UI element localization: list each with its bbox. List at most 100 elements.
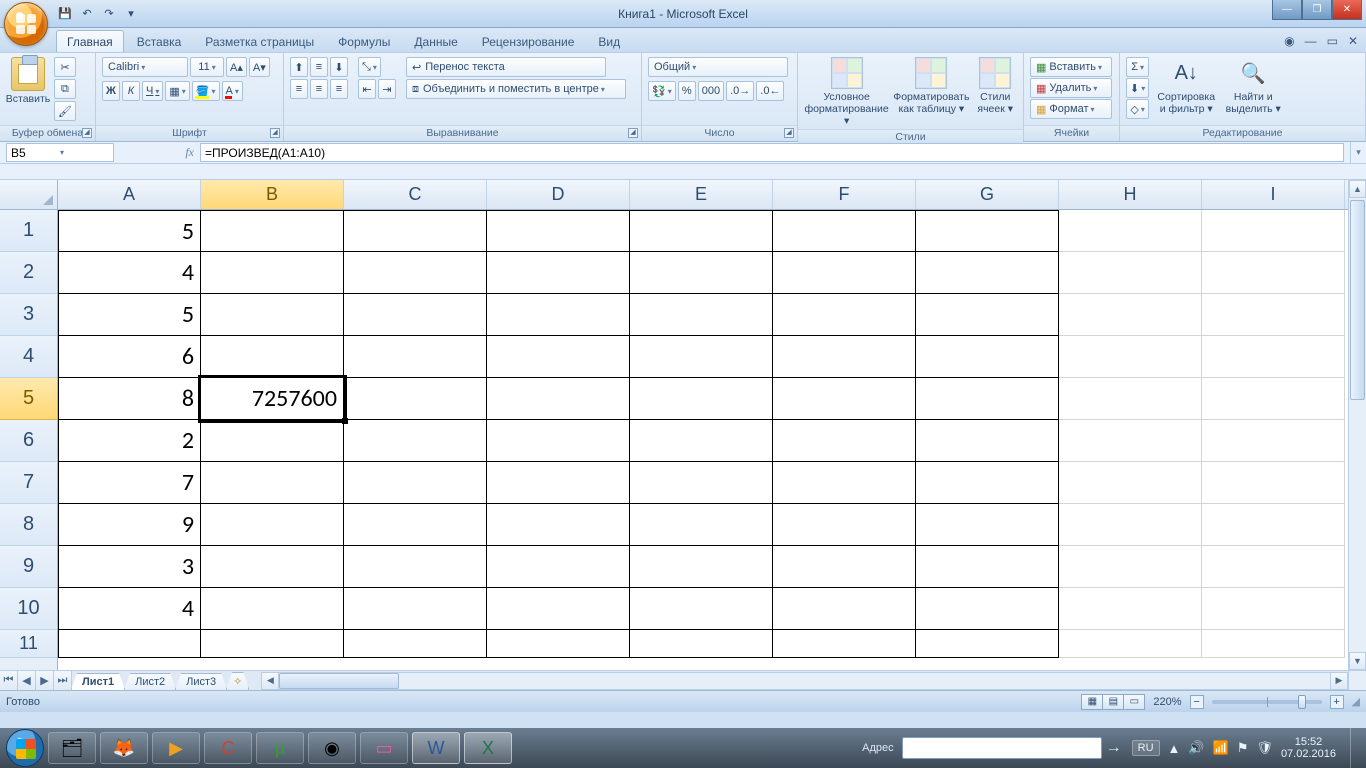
tab-review[interactable]: Рецензирование — [471, 30, 586, 52]
comma-format-icon[interactable]: 000 — [698, 81, 724, 101]
worksheet-grid[interactable]: 1 2 3 4 5 6 7 8 9 10 11 A B C D E F G H … — [0, 180, 1366, 670]
cell[interactable] — [916, 630, 1059, 658]
cell[interactable] — [1059, 378, 1202, 420]
zoom-out-button[interactable]: − — [1190, 695, 1204, 709]
cell[interactable] — [1202, 462, 1345, 504]
italic-button[interactable]: К — [122, 81, 140, 101]
cell[interactable] — [630, 588, 773, 630]
redo-icon[interactable]: ↷ — [100, 5, 118, 23]
column-header[interactable]: C — [344, 180, 487, 209]
cell[interactable] — [1059, 630, 1202, 658]
cell[interactable] — [201, 252, 344, 294]
increase-indent-icon[interactable]: ⇥ — [378, 79, 396, 99]
cell[interactable] — [773, 336, 916, 378]
sheet-tab[interactable]: Лист1 — [71, 673, 125, 690]
cell[interactable] — [1202, 252, 1345, 294]
merge-center-button[interactable]: ⧈Объединить и поместить в центре — [406, 79, 626, 99]
tray-volume-icon[interactable]: 🔊 — [1188, 740, 1204, 756]
fill-icon[interactable]: ⬇ — [1126, 78, 1149, 98]
cell[interactable] — [344, 378, 487, 420]
row-header[interactable]: 3 — [0, 294, 57, 336]
formula-input[interactable]: =ПРОИЗВЕД(A1:A10) — [200, 143, 1344, 162]
tray-shield-icon[interactable]: 🛡 — [1256, 740, 1273, 756]
sort-filter-button[interactable]: A↓ Сортировка и фильтр ▾ — [1153, 57, 1219, 115]
cell[interactable] — [916, 420, 1059, 462]
cell[interactable] — [344, 252, 487, 294]
cell[interactable] — [1202, 504, 1345, 546]
cell[interactable]: 4 — [58, 588, 201, 630]
cell[interactable] — [487, 588, 630, 630]
cell[interactable] — [487, 210, 630, 252]
cell[interactable] — [773, 630, 916, 658]
sheet-nav-last-icon[interactable]: ⏭ — [54, 671, 72, 690]
cell[interactable] — [1202, 588, 1345, 630]
sheet-nav-first-icon[interactable]: ⏮ — [0, 671, 18, 690]
cell[interactable] — [773, 504, 916, 546]
column-header[interactable]: F — [773, 180, 916, 209]
restore-window-icon[interactable]: ▭ — [1327, 34, 1338, 48]
taskbar-chrome-icon[interactable]: ◉ — [308, 732, 356, 764]
cell[interactable] — [487, 336, 630, 378]
cell[interactable] — [344, 420, 487, 462]
format-as-table-button[interactable]: Форматировать как таблицу ▾ — [893, 57, 969, 115]
cell[interactable] — [201, 420, 344, 462]
cell[interactable] — [773, 588, 916, 630]
increase-decimal-icon[interactable]: .0→ — [726, 81, 754, 101]
taskbar-app-icon[interactable]: ▭ — [360, 732, 408, 764]
accounting-format-icon[interactable]: 💱 — [648, 81, 676, 101]
cut-icon[interactable]: ✂ — [54, 57, 76, 77]
sheet-nav-next-icon[interactable]: ▶ — [36, 671, 54, 690]
align-middle-icon[interactable]: ≡ — [310, 57, 328, 77]
view-normal-icon[interactable]: ▦ — [1081, 694, 1103, 710]
cell[interactable] — [487, 462, 630, 504]
cell[interactable] — [201, 294, 344, 336]
vertical-scrollbar[interactable]: ▲ ▼ — [1348, 180, 1366, 670]
row-header[interactable]: 10 — [0, 588, 57, 630]
start-button[interactable] — [6, 729, 44, 767]
taskbar-excel-icon[interactable]: X — [464, 732, 512, 764]
autosum-icon[interactable]: Σ — [1126, 57, 1149, 77]
tray-show-hidden-icon[interactable]: ▲ — [1168, 741, 1181, 756]
cell[interactable] — [630, 210, 773, 252]
underline-button[interactable]: Ч — [142, 81, 163, 101]
zoom-percent[interactable]: 220% — [1153, 696, 1181, 708]
cell[interactable]: 2 — [58, 420, 201, 462]
column-header[interactable]: A — [58, 180, 201, 209]
align-right-icon[interactable]: ≡ — [330, 79, 348, 99]
cell[interactable]: 3 — [58, 546, 201, 588]
scroll-right-icon[interactable]: ▶ — [1330, 672, 1348, 690]
taskbar-firefox-icon[interactable]: 🦊 — [100, 732, 148, 764]
tab-data[interactable]: Данные — [403, 30, 468, 52]
cell[interactable] — [1059, 546, 1202, 588]
find-select-button[interactable]: 🔍 Найти и выделить ▾ — [1223, 57, 1283, 115]
undo-icon[interactable]: ↶ — [78, 5, 96, 23]
clipboard-dialog-launcher[interactable]: ◢ — [82, 128, 92, 138]
tray-flag-icon[interactable]: ⚑ — [1237, 740, 1249, 756]
column-header[interactable]: D — [487, 180, 630, 209]
cell[interactable] — [916, 294, 1059, 336]
address-go-icon[interactable]: → — [1106, 739, 1122, 757]
row-header[interactable]: 9 — [0, 546, 57, 588]
row-header[interactable]: 2 — [0, 252, 57, 294]
scroll-down-icon[interactable]: ▼ — [1349, 652, 1366, 670]
taskbar-word-icon[interactable]: W — [412, 732, 460, 764]
scroll-thumb[interactable] — [1350, 200, 1365, 400]
cell[interactable]: 8 — [58, 378, 201, 420]
font-color-button[interactable]: A — [222, 81, 243, 101]
align-top-icon[interactable]: ⬆ — [290, 57, 308, 77]
cell[interactable] — [773, 420, 916, 462]
cell[interactable] — [1059, 210, 1202, 252]
number-dialog-launcher[interactable]: ◢ — [784, 128, 794, 138]
cell[interactable] — [1059, 252, 1202, 294]
cell[interactable] — [487, 378, 630, 420]
cell[interactable] — [1202, 420, 1345, 462]
decrease-decimal-icon[interactable]: .0← — [756, 81, 784, 101]
cell[interactable] — [201, 504, 344, 546]
horizontal-scrollbar[interactable]: ◀ ▶ — [255, 671, 1348, 690]
tab-insert[interactable]: Вставка — [126, 30, 193, 52]
view-page-break-icon[interactable]: ▭ — [1123, 694, 1145, 710]
fx-icon[interactable]: fx — [185, 145, 194, 160]
minimize-button[interactable]: — — [1272, 0, 1302, 20]
row-header[interactable]: 5 — [0, 378, 57, 420]
row-header[interactable]: 8 — [0, 504, 57, 546]
